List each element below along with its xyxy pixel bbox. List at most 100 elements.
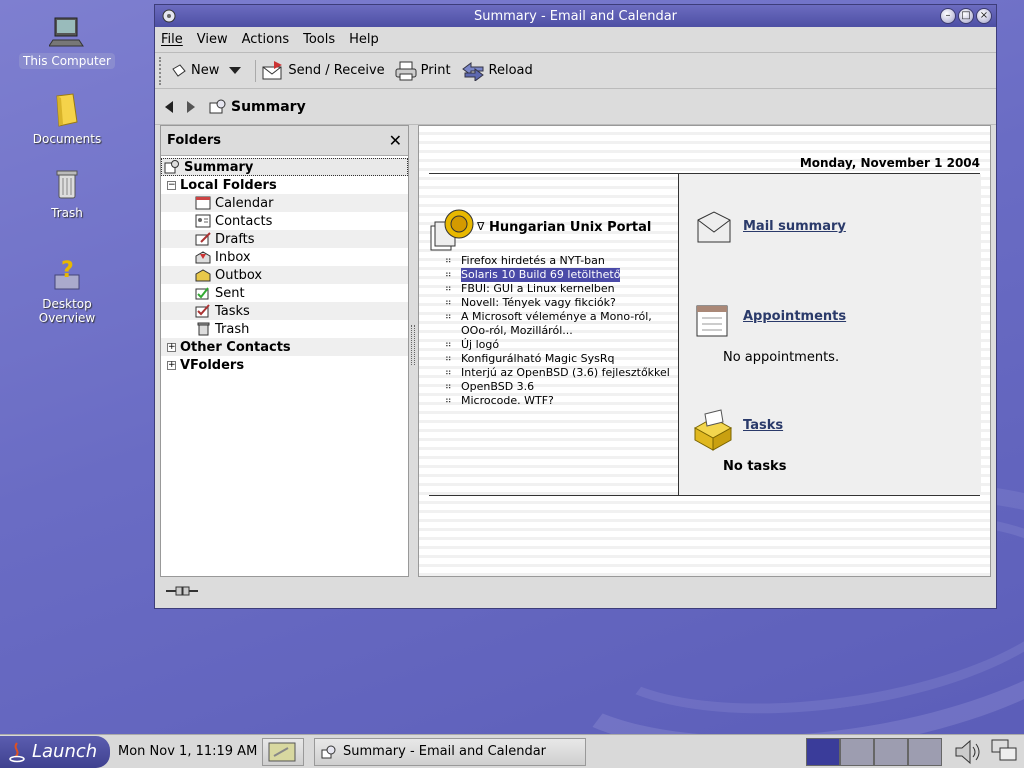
menu-file[interactable]: File xyxy=(161,32,183,47)
new-label: New xyxy=(191,63,220,78)
printer-icon xyxy=(395,61,417,80)
workspace-1[interactable] xyxy=(806,738,840,766)
expand-icon[interactable]: + xyxy=(167,342,176,352)
folders-title: Folders xyxy=(167,133,222,148)
network-icon[interactable] xyxy=(990,738,1020,766)
pane-splitter[interactable] xyxy=(409,125,418,577)
menubar: File View Actions Tools Help xyxy=(155,27,996,53)
folder-vfolders[interactable]: + VFolders xyxy=(161,356,408,374)
sent-icon xyxy=(195,287,209,300)
taskbar-task-email[interactable]: Summary - Email and Calendar xyxy=(314,737,586,766)
folder-summary[interactable]: Summary xyxy=(161,158,408,176)
tasks-status: No tasks xyxy=(723,459,787,474)
window-title: Summary - Email and Calendar xyxy=(473,8,678,24)
news-item[interactable]: ⠶ Firefox hirdetés a NYT-ban xyxy=(445,254,675,268)
new-button[interactable]: New xyxy=(171,63,219,79)
window-menu-icon[interactable] xyxy=(161,8,177,24)
java-logo-icon xyxy=(9,741,25,762)
trash-icon xyxy=(197,322,210,336)
minimize-button[interactable]: – xyxy=(940,8,956,24)
workspace-3[interactable] xyxy=(874,738,908,766)
main-content: Folders ✕ Summary − Local Folders Calend… xyxy=(160,125,991,577)
menu-help[interactable]: Help xyxy=(349,32,379,47)
launch-button[interactable]: Launch xyxy=(0,735,110,768)
bullet-icon: ⠶ xyxy=(445,270,452,280)
news-item[interactable]: ⠶ Konfigurálható Magic SysRq xyxy=(445,352,675,366)
taskbar: Launch Mon Nov 1, 11:19 AM Summary - Ema… xyxy=(0,734,1024,768)
tasks-link[interactable]: Tasks xyxy=(743,418,783,433)
folder-drafts[interactable]: Drafts xyxy=(161,230,408,248)
calendar-icon xyxy=(195,196,211,210)
folder-tasks[interactable]: Tasks xyxy=(161,302,408,320)
inbox-icon xyxy=(195,251,211,264)
reload-button[interactable]: Reload xyxy=(461,61,533,81)
computer-icon xyxy=(48,14,85,50)
window-titlebar[interactable]: Summary - Email and Calendar – □ × xyxy=(155,5,996,27)
news-item[interactable]: ⠶ Microcode. WTF? xyxy=(445,394,675,408)
summary-date: Monday, November 1 2004 xyxy=(799,156,980,170)
folders-header: Folders ✕ xyxy=(161,126,408,156)
news-item[interactable]: ⠶ A Microsoft véleménye a Mono-ról, OOo-r… xyxy=(445,310,675,338)
folders-panel: Folders ✕ Summary − Local Folders Calend… xyxy=(160,125,409,577)
new-icon xyxy=(172,63,186,77)
workspace-switcher xyxy=(806,738,942,766)
reload-icon xyxy=(461,61,484,81)
triangle-down-icon[interactable]: ∇ xyxy=(477,220,484,233)
menu-tools[interactable]: Tools xyxy=(303,32,335,47)
close-icon[interactable]: ✕ xyxy=(389,131,402,150)
mail-summary-link[interactable]: Mail summary xyxy=(743,219,846,234)
news-item[interactable]: ⠶ Interjú az OpenBSD (3.6) fejlesztőkkel xyxy=(445,366,675,380)
send-receive-button[interactable]: Send / Receive xyxy=(262,60,385,81)
desktop-icon-this-computer[interactable]: This Computer xyxy=(19,14,115,69)
toolbar-grip[interactable] xyxy=(159,56,165,85)
new-dropdown-button[interactable] xyxy=(229,66,245,75)
menu-view[interactable]: View xyxy=(197,32,228,47)
desktop-icon-desktop-overview[interactable]: ? Desktop Overview xyxy=(19,257,115,326)
toolbar: New Send / Receive Print Reload xyxy=(155,53,996,89)
desktop-icon-trash[interactable]: Trash xyxy=(19,166,115,221)
taskbar-clock[interactable]: Mon Nov 1, 11:19 AM xyxy=(118,744,258,759)
news-item[interactable]: ⠶ Solaris 10 Build 69 letölthető xyxy=(445,268,675,282)
volume-icon[interactable] xyxy=(954,739,984,765)
folder-contacts[interactable]: Contacts xyxy=(161,212,408,230)
desktop-icon-documents[interactable]: Documents xyxy=(19,92,115,147)
forward-arrow-icon[interactable] xyxy=(187,100,195,113)
appointments-link[interactable]: Appointments xyxy=(743,309,846,324)
desktop-icon-label: Desktop Overview xyxy=(38,297,96,325)
drafts-icon xyxy=(195,232,211,246)
collapse-icon[interactable]: − xyxy=(167,180,176,190)
contacts-icon xyxy=(195,214,211,228)
news-item[interactable]: ⠶ OpenBSD 3.6 xyxy=(445,380,675,394)
folder-calendar[interactable]: Calendar xyxy=(161,194,408,212)
show-desktop-button[interactable] xyxy=(262,737,304,766)
news-item[interactable]: ⠶ Új logó xyxy=(445,338,675,352)
workspace-4[interactable] xyxy=(908,738,942,766)
folder-trash[interactable]: Trash xyxy=(161,320,408,338)
appointments-status: No appointments. xyxy=(723,350,840,365)
maximize-button[interactable]: □ xyxy=(958,8,974,24)
bullet-icon: ⠶ xyxy=(445,340,452,350)
online-status-icon[interactable] xyxy=(166,585,198,597)
print-button[interactable]: Print xyxy=(395,61,451,81)
bullet-icon: ⠶ xyxy=(445,312,452,322)
folder-inbox[interactable]: Inbox xyxy=(161,248,408,266)
folder-icon xyxy=(49,92,85,128)
close-window-button[interactable]: × xyxy=(976,8,992,24)
workspace-2[interactable] xyxy=(840,738,874,766)
trash-icon xyxy=(49,166,85,202)
folder-sent[interactable]: Sent xyxy=(161,284,408,302)
toolbar-separator xyxy=(255,59,257,82)
menu-actions[interactable]: Actions xyxy=(242,32,290,47)
folder-local-folders[interactable]: − Local Folders xyxy=(161,176,408,194)
bullet-icon: ⠶ xyxy=(445,284,452,294)
folder-other-contacts[interactable]: + Other Contacts xyxy=(161,338,408,356)
expand-icon[interactable]: + xyxy=(167,360,176,370)
desktop-icon-label: This Computer xyxy=(19,53,115,69)
page-title: Summary xyxy=(231,98,306,115)
folder-outbox[interactable]: Outbox xyxy=(161,266,408,284)
send-receive-icon xyxy=(262,60,283,79)
back-arrow-icon[interactable] xyxy=(165,100,173,113)
news-item[interactable]: ⠶ Novell: Tények vagy fikciók? xyxy=(445,296,675,310)
send-receive-label: Send / Receive xyxy=(288,63,385,78)
news-item[interactable]: ⠶ FBUI: GUI a Linux kernelben xyxy=(445,282,675,296)
